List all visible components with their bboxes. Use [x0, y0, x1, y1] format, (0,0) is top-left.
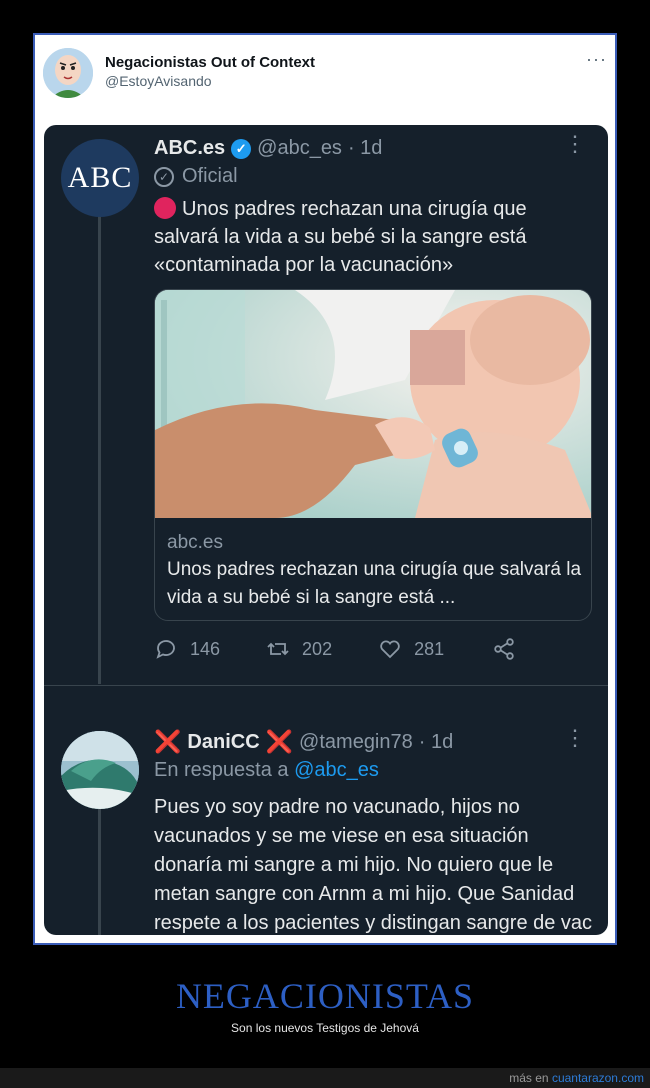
check-badge-icon: ✓ — [154, 166, 174, 187]
like-count: 281 — [414, 638, 445, 659]
cartoon-avatar-icon — [43, 48, 93, 98]
reply-context: En respuesta a @abc_es — [154, 759, 379, 782]
retweet-button[interactable]: 202 — [266, 637, 332, 661]
reply-mention-link[interactable]: @abc_es — [294, 759, 379, 781]
official-label: ✓ Oficial — [154, 165, 238, 188]
reply-button[interactable]: 146 — [154, 637, 220, 661]
red-circle-icon — [154, 197, 176, 219]
timestamp[interactable]: · 1d — [348, 137, 382, 160]
share-button[interactable] — [492, 637, 516, 661]
wave-photo-icon — [61, 731, 139, 809]
share-icon — [494, 638, 514, 660]
thread-connector — [98, 209, 101, 684]
card-domain: abc.es — [167, 532, 223, 553]
reply-icon — [156, 640, 175, 659]
handle[interactable]: @tamegin78 — [299, 731, 413, 754]
baby-photo-icon — [155, 290, 591, 518]
tweet-body: Pues yo soy padre no vacunado, hijos no … — [154, 796, 593, 934]
card-title: Unos padres rechazan una cirugía que sal… — [167, 559, 582, 608]
reply-prefix: En respuesta a — [154, 759, 289, 781]
embedded-thread: ABC ABC.es ✓ @abc_es · 1d ⋮ ✓ Oficial Un… — [44, 125, 608, 935]
heart-icon — [380, 640, 400, 659]
timestamp[interactable]: · 1d — [419, 731, 453, 754]
official-text: Oficial — [182, 165, 238, 187]
handle[interactable]: @abc_es — [257, 137, 342, 160]
cross-mark-icon: ❌ — [154, 729, 182, 754]
outer-display-name[interactable]: Negacionistas Out of Context — [105, 54, 315, 71]
footer-credit: más en cuantarazon.com — [509, 1071, 644, 1085]
avatar[interactable] — [43, 48, 93, 98]
retweet-icon — [267, 642, 289, 656]
display-name[interactable]: DaniCC — [187, 731, 259, 754]
like-button[interactable]: 281 — [378, 637, 444, 661]
avatar[interactable] — [61, 731, 139, 809]
footer-more-prefix: más en — [509, 1071, 549, 1085]
link-card[interactable]: abc.es Unos padres rechazan una cirugía … — [154, 289, 592, 621]
outer-tweet-header: Negacionistas Out of Context @EstoyAvisa… — [41, 45, 611, 105]
more-options-icon[interactable]: ⋮ — [564, 133, 586, 155]
footer-bar: más en cuantarazon.com — [0, 1068, 650, 1088]
outer-handle[interactable]: @EstoyAvisando — [105, 73, 212, 89]
tweet-text: Unos padres rechazan una cirugía que sal… — [154, 195, 594, 279]
tweet2-header: ❌ DaniCC ❌ @tamegin78 · 1d — [154, 729, 453, 755]
tweet-screenshot-frame: Negacionistas Out of Context @EstoyAvisa… — [33, 33, 617, 945]
avatar[interactable]: ABC — [61, 139, 139, 217]
card-image — [155, 290, 591, 518]
tweet1-header: ABC.es ✓ @abc_es · 1d — [154, 137, 382, 160]
page-subtitle: Son los nuevos Testigos de Jehová — [231, 1021, 419, 1035]
page-title: NEGACIONISTAS — [175, 976, 475, 1016]
retweet-count: 202 — [302, 638, 333, 659]
tweet-body: Unos padres rechazan una cirugía que sal… — [154, 198, 527, 276]
verified-badge-icon: ✓ — [231, 138, 252, 159]
divider — [44, 685, 608, 686]
display-name[interactable]: ABC.es — [154, 137, 225, 160]
more-options-icon[interactable]: ⋮ — [564, 727, 586, 749]
reply-count: 146 — [190, 638, 221, 659]
cross-mark-icon: ❌ — [265, 729, 294, 754]
site-link[interactable]: cuantarazon.com — [552, 1071, 644, 1085]
more-options-icon[interactable]: ··· — [586, 49, 607, 70]
tweet-actions: 146 202 281 — [154, 637, 516, 661]
